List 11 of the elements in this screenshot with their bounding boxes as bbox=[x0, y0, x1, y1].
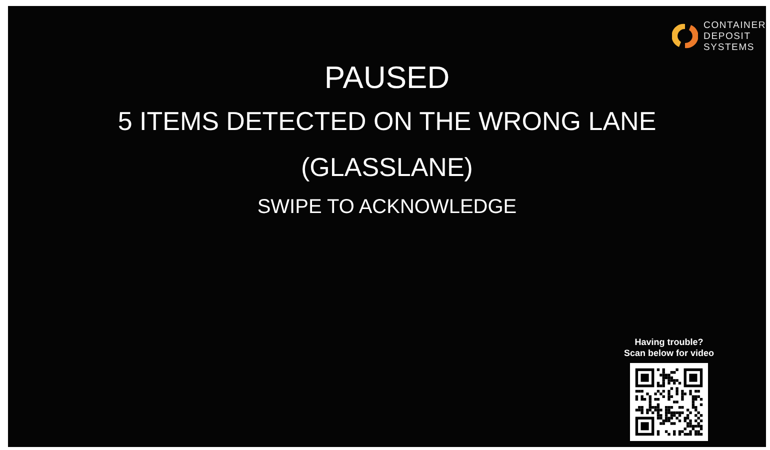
logo-text: DEPOSIT bbox=[704, 30, 752, 42]
logo-icon bbox=[672, 21, 698, 51]
status-title: PAUSED bbox=[324, 59, 450, 97]
logo-text: SYSTEMS bbox=[704, 42, 756, 52]
message-text: 5 ITEMS DETECTED ON THE WRONG LANE bbox=[118, 105, 656, 138]
message-text: (GLASSLANE) bbox=[301, 151, 473, 184]
help-text: Having trouble? bbox=[634, 337, 704, 348]
help-text: Scan below for video bbox=[624, 348, 714, 359]
instruction-text: SWIPE TO ACKNOWLEDGE bbox=[257, 195, 517, 220]
logo-text: CONTAINER bbox=[704, 20, 766, 30]
qr-code-icon bbox=[630, 363, 708, 441]
